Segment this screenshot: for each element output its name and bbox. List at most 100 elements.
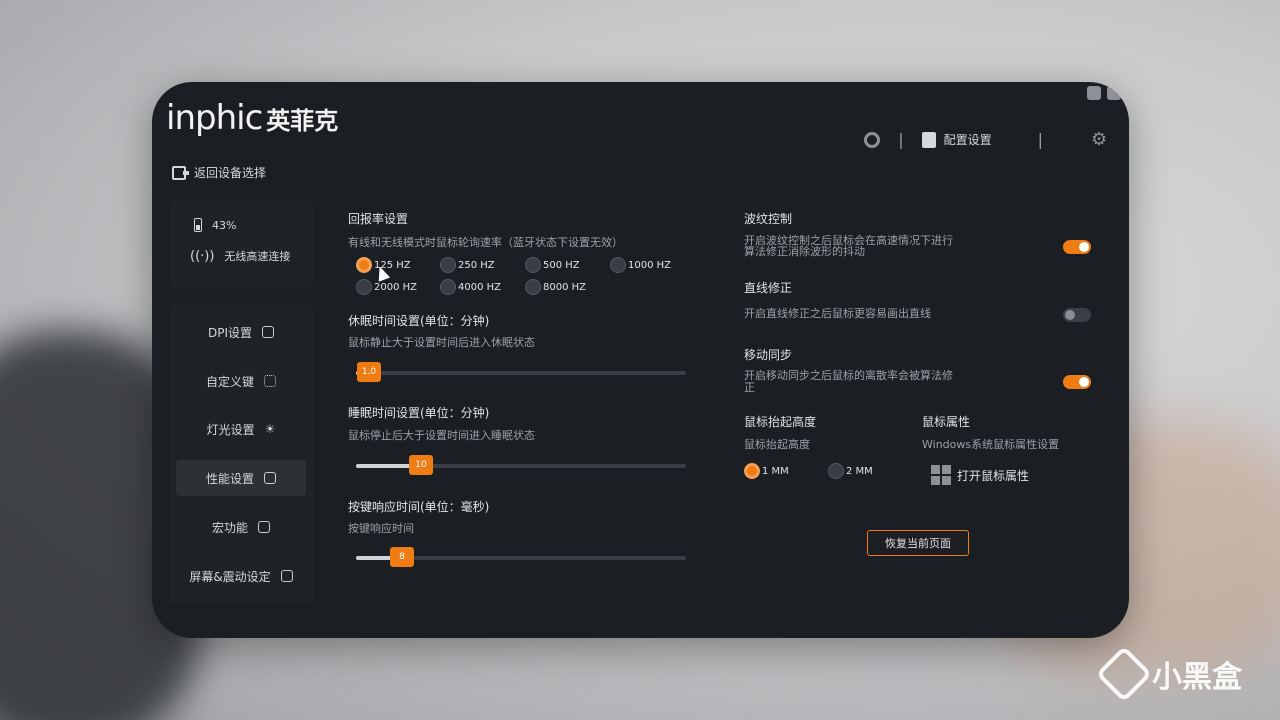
radio-button xyxy=(356,257,372,273)
config-label: 配置设置 xyxy=(943,133,992,147)
sidebar-menu: DPI设置 自定义键 灯光设置 ☀ 性能设置 宏功能 屏幕&震动设定 xyxy=(170,304,314,604)
dpi-icon xyxy=(262,326,275,338)
motion-sync-title: 移动同步 xyxy=(744,348,793,362)
option-label: 250 HZ xyxy=(458,259,495,271)
lod-option-1mm[interactable]: 1 MM xyxy=(744,463,789,479)
sidebar-item-macro[interactable]: 宏功能 xyxy=(176,509,306,545)
straight-toggle[interactable] xyxy=(1063,308,1091,322)
connection-status: 无线高速连接 xyxy=(224,250,291,263)
polling-title: 回报率设置 xyxy=(348,212,409,226)
radio-button xyxy=(744,463,760,479)
lod-title: 鼠标抬起高度 xyxy=(744,415,817,429)
option-label: 500 HZ xyxy=(543,259,580,271)
windows-icon xyxy=(931,465,951,485)
idle-title: 休眠时间设置(单位：分钟) xyxy=(348,314,490,328)
reset-page-button[interactable]: 恢复当前页面 xyxy=(867,530,969,556)
ripple-desc-line2: 算法修正消除波形的抖动 xyxy=(744,245,865,258)
sleep-desc: 鼠标停止后大于设置时间进入睡眠状态 xyxy=(348,429,535,442)
brand-name-en: inphic xyxy=(166,98,263,138)
sidebar-item-screen-vibration[interactable]: 屏幕&震动设定 xyxy=(176,558,306,594)
sleep-slider[interactable]: 10 xyxy=(356,455,686,475)
refresh-icon[interactable] xyxy=(864,131,881,148)
radio-button xyxy=(440,257,456,273)
sidebar-item-custom-keys[interactable]: 自定义键 xyxy=(176,363,306,399)
slider-fill xyxy=(356,464,415,468)
option-label: 4000 HZ xyxy=(458,281,501,293)
macro-icon xyxy=(258,521,270,533)
polling-option-250[interactable]: 250 HZ xyxy=(440,257,495,273)
polling-option-4000[interactable]: 4000 HZ xyxy=(440,279,501,295)
radio-button xyxy=(525,279,541,295)
watermark: 小黑盒 xyxy=(1095,645,1242,703)
minimize-icon[interactable] xyxy=(1087,86,1101,100)
performance-icon xyxy=(264,472,276,484)
straight-desc: 开启直线修正之后鼠标更容易画出直线 xyxy=(744,307,931,320)
radio-button xyxy=(525,257,541,273)
response-desc: 按键响应时间 xyxy=(348,522,414,535)
option-label: 1000 HZ xyxy=(628,259,671,271)
option-label: 1 MM xyxy=(762,465,789,477)
radio-button xyxy=(610,257,626,273)
idle-slider[interactable]: 1.0 xyxy=(356,362,686,382)
wireless-icon: ((·)) xyxy=(190,248,215,264)
motion-sync-desc-line1: 开启移动同步之后鼠标的离散率会被算法修 xyxy=(744,369,953,382)
props-title: 鼠标属性 xyxy=(922,415,971,429)
polling-option-1000[interactable]: 1000 HZ xyxy=(610,257,671,273)
option-label: 2000 HZ xyxy=(374,281,417,293)
sidebar-item-label: 自定义键 xyxy=(205,374,254,389)
separator: | xyxy=(898,130,904,149)
polling-option-8000[interactable]: 8000 HZ xyxy=(525,279,586,295)
motion-sync-toggle[interactable] xyxy=(1063,375,1091,389)
lod-desc: 鼠标抬起高度 xyxy=(744,438,810,451)
sidebar-item-label: DPI设置 xyxy=(207,325,253,340)
watermark-logo-icon xyxy=(1095,645,1153,703)
ripple-toggle[interactable] xyxy=(1063,240,1091,254)
polling-option-500[interactable]: 500 HZ xyxy=(525,257,580,273)
sidebar-item-label: 性能设置 xyxy=(205,471,254,486)
screen-icon xyxy=(280,570,293,582)
response-slider[interactable]: 8 xyxy=(356,547,686,567)
back-to-device-button[interactable]: 返回设备选择 xyxy=(172,164,266,181)
polling-option-2000[interactable]: 2000 HZ xyxy=(356,279,417,295)
sleep-title: 睡眠时间设置(单位：分钟) xyxy=(348,406,490,420)
straight-title: 直线修正 xyxy=(744,281,793,295)
ripple-title: 波纹控制 xyxy=(744,212,793,226)
sidebar-item-performance[interactable]: 性能设置 xyxy=(176,460,306,496)
document-icon xyxy=(921,131,936,148)
idle-slider-thumb[interactable]: 1.0 xyxy=(357,362,381,382)
battery-level: 43% xyxy=(212,218,237,232)
open-mouse-properties-button[interactable]: 打开鼠标属性 xyxy=(931,465,1029,485)
top-toolbar: | 配置设置 | ⚙ xyxy=(864,130,1109,149)
response-slider-thumb[interactable]: 8 xyxy=(390,547,414,567)
radio-button xyxy=(356,279,372,295)
idle-desc: 鼠标静止大于设置时间后进入休眠状态 xyxy=(348,336,535,349)
props-desc: Windows系统鼠标属性设置 xyxy=(922,438,1060,451)
separator: | xyxy=(1037,130,1043,149)
app-window: inphic 英菲克 返回设备选择 | 配置设置 | ⚙ 43% ((·)) 无… xyxy=(152,82,1129,638)
toggle-knob xyxy=(1079,377,1089,387)
back-label: 返回设备选择 xyxy=(194,166,267,180)
lod-option-2mm[interactable]: 2 MM xyxy=(828,463,873,479)
gear-icon[interactable]: ⚙ xyxy=(1091,130,1109,149)
sleep-slider-thumb[interactable]: 10 xyxy=(409,455,433,475)
option-label: 2 MM xyxy=(846,465,873,477)
brand-logo: inphic 英菲克 xyxy=(166,98,338,138)
sidebar-item-label: 宏功能 xyxy=(211,520,248,535)
sidebar-item-dpi[interactable]: DPI设置 xyxy=(176,314,306,350)
watermark-text: 小黑盒 xyxy=(1152,660,1242,695)
radio-button xyxy=(440,279,456,295)
response-title: 按键响应时间(单位：毫秒) xyxy=(348,500,490,514)
polling-desc: 有线和无线模式时鼠标轮询速率（蓝牙状态下设置无效） xyxy=(348,236,623,249)
sidebar-item-lighting[interactable]: 灯光设置 ☀ xyxy=(176,411,306,447)
battery-icon xyxy=(194,218,202,232)
keys-icon xyxy=(264,375,276,387)
open-properties-label: 打开鼠标属性 xyxy=(957,468,1030,483)
exit-icon xyxy=(172,165,189,180)
config-button[interactable]: 配置设置 xyxy=(921,131,992,148)
connection-row: ((·)) 无线高速连接 xyxy=(190,248,290,264)
sidebar-item-label: 屏幕&震动设定 xyxy=(189,569,271,584)
close-icon[interactable] xyxy=(1107,86,1121,100)
motion-sync-desc-line2: 正 xyxy=(744,381,755,394)
sidebar-item-label: 灯光设置 xyxy=(206,422,255,437)
option-label: 8000 HZ xyxy=(543,281,586,293)
